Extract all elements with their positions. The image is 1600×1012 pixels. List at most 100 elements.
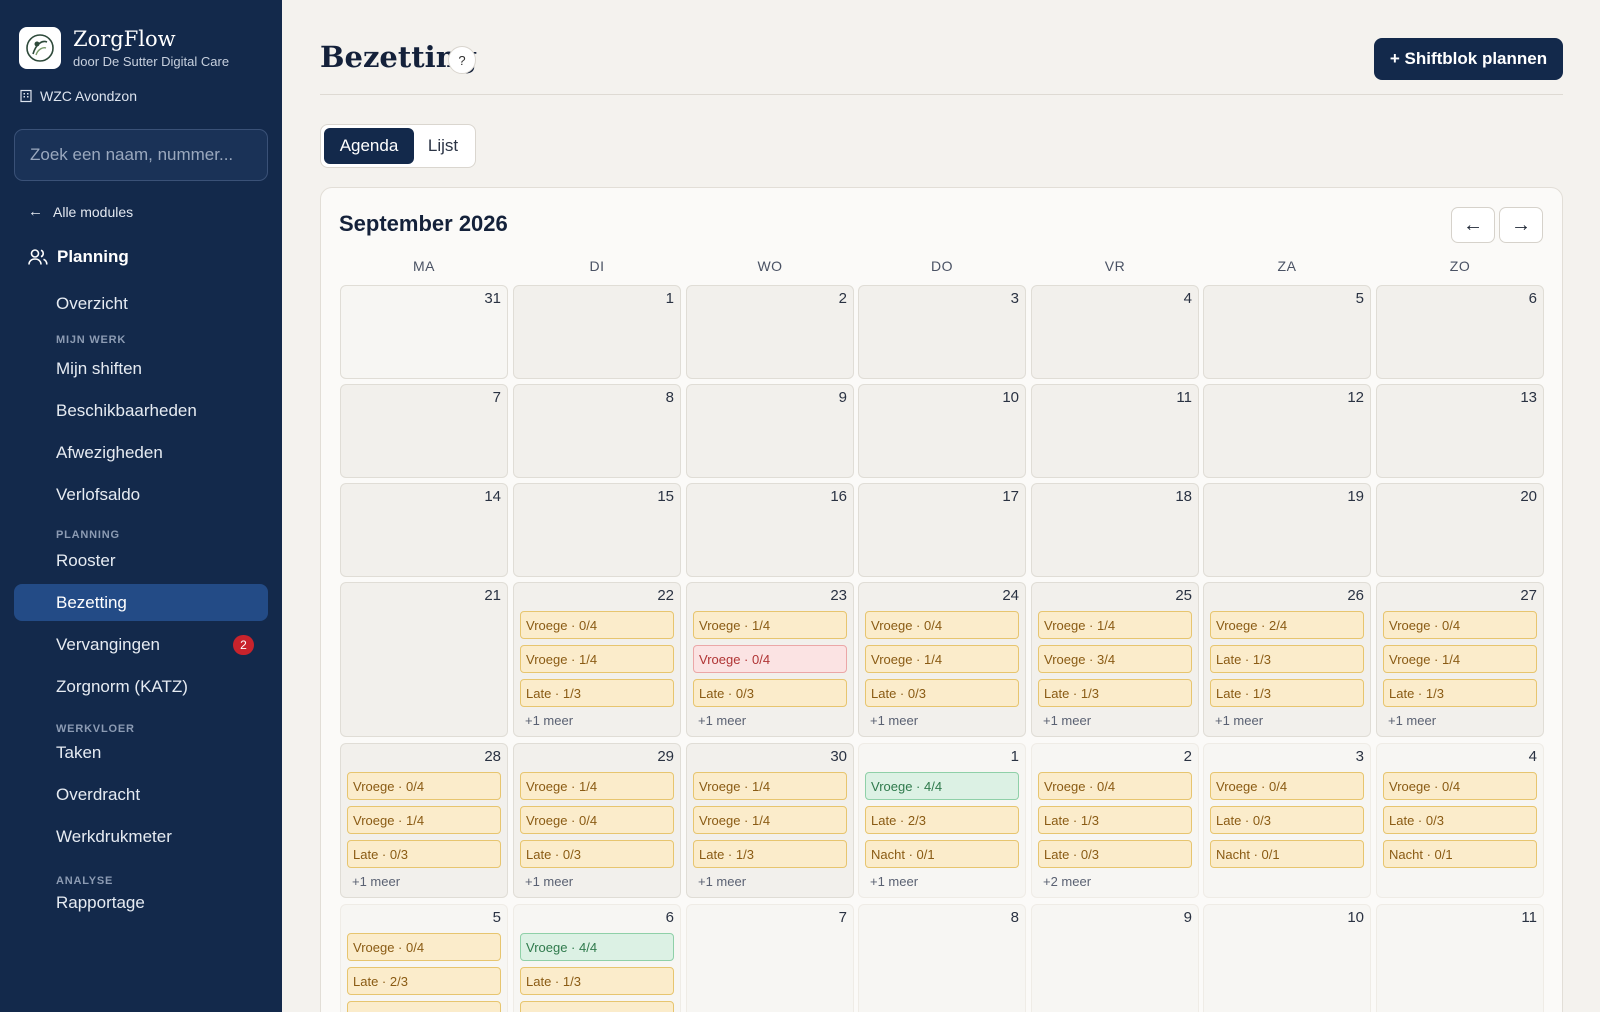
shift-chip[interactable]: Vroege · 1/4 xyxy=(1038,611,1192,639)
calendar-day-cell[interactable]: 19 xyxy=(1203,483,1371,577)
calendar-day-cell[interactable]: 9 xyxy=(1031,904,1199,1012)
sidebar-item-zorgnorm-katz[interactable]: Zorgnorm (KATZ) xyxy=(14,668,268,705)
calendar-day-cell[interactable]: 22 Vroege · 0/4 Vroege · 1/4 Late · 1/3 +1 m… xyxy=(513,582,681,737)
calendar-day-cell[interactable]: 6 Vroege · 4/4 Late · 1/3 xyxy=(513,904,681,1012)
sidebar-item-vervangingen[interactable]: Vervangingen 2 xyxy=(14,626,268,663)
shift-chip[interactable]: Late · 1/3 xyxy=(1383,679,1537,707)
calendar-day-cell[interactable]: 27 Vroege · 0/4 Vroege · 1/4 Late · 1/3 +1 m… xyxy=(1376,582,1544,737)
prev-month-button[interactable]: ← xyxy=(1451,207,1495,243)
shift-chip[interactable]: Late · 1/3 xyxy=(1210,679,1364,707)
calendar-day-cell[interactable]: 26 Vroege · 2/4 Late · 1/3 Late · 1/3 +1 mee… xyxy=(1203,582,1371,737)
shift-chip[interactable]: Late · 0/3 xyxy=(347,840,501,868)
more-shifts-link[interactable]: +1 meer xyxy=(1043,713,1091,728)
shift-chip[interactable]: Nacht · 0/1 xyxy=(1210,840,1364,868)
back-to-modules-link[interactable]: ← Alle modules xyxy=(28,203,133,220)
more-shifts-link[interactable]: +1 meer xyxy=(1388,713,1436,728)
shift-chip[interactable]: Vroege · 0/4 xyxy=(1383,772,1537,800)
calendar-day-cell[interactable]: 2 xyxy=(686,285,854,379)
calendar-day-cell[interactable]: 12 xyxy=(1203,384,1371,478)
calendar-day-cell[interactable]: 5 Vroege · 0/4 Late · 2/3 xyxy=(340,904,508,1012)
more-shifts-link[interactable]: +1 meer xyxy=(525,713,573,728)
shift-chip[interactable]: Late · 1/3 xyxy=(693,840,847,868)
shift-chip[interactable]: Vroege · 0/4 xyxy=(865,611,1019,639)
calendar-day-cell[interactable]: 25 Vroege · 1/4 Vroege · 3/4 Late · 1/3 +1 m… xyxy=(1031,582,1199,737)
shift-chip[interactable]: Vroege · 1/4 xyxy=(1383,645,1537,673)
sidebar-item-rapportage[interactable]: Rapportage xyxy=(14,884,268,921)
shift-chip[interactable] xyxy=(520,1001,674,1012)
sidebar-item-afwezigheden[interactable]: Afwezigheden xyxy=(14,434,268,471)
calendar-day-cell[interactable]: 29 Vroege · 1/4 Vroege · 0/4 Late · 0/3 +1 m… xyxy=(513,743,681,898)
calendar-day-cell[interactable]: 30 Vroege · 1/4 Vroege · 1/4 Late · 1/3 +1 m… xyxy=(686,743,854,898)
calendar-day-cell[interactable]: 23 Vroege · 1/4 Vroege · 0/4 Late · 0/3 +1 m… xyxy=(686,582,854,737)
shift-chip[interactable]: Late · 0/3 xyxy=(1210,806,1364,834)
search-input[interactable] xyxy=(14,129,268,181)
sidebar-item-verlofsaldo[interactable]: Verlofsaldo xyxy=(14,476,268,513)
calendar-day-cell[interactable]: 3 Vroege · 0/4 Late · 0/3 Nacht · 0/1 xyxy=(1203,743,1371,898)
calendar-day-cell[interactable]: 9 xyxy=(686,384,854,478)
tab-lijst[interactable]: Lijst xyxy=(414,128,472,164)
sidebar-item-rooster[interactable]: Rooster xyxy=(14,542,268,579)
calendar-day-cell[interactable]: 4 xyxy=(1031,285,1199,379)
more-shifts-link[interactable]: +1 meer xyxy=(525,874,573,889)
more-shifts-link[interactable]: +1 meer xyxy=(698,713,746,728)
shift-chip[interactable]: Vroege · 1/4 xyxy=(693,806,847,834)
sidebar-item-werkdrukmeter[interactable]: Werkdrukmeter xyxy=(14,818,268,855)
shift-chip[interactable]: Late · 1/3 xyxy=(520,967,674,995)
shift-chip[interactable]: Vroege · 2/4 xyxy=(1210,611,1364,639)
shift-chip[interactable]: Nacht · 0/1 xyxy=(865,840,1019,868)
sidebar-item-overdracht[interactable]: Overdracht xyxy=(14,776,268,813)
calendar-day-cell[interactable]: 21 xyxy=(340,582,508,737)
sidebar-item-taken[interactable]: Taken xyxy=(14,734,268,771)
shift-chip[interactable] xyxy=(347,1001,501,1012)
more-shifts-link[interactable]: +1 meer xyxy=(1215,713,1263,728)
shift-chip[interactable]: Vroege · 1/4 xyxy=(520,645,674,673)
sidebar-item-bezetting[interactable]: Bezetting xyxy=(14,584,268,621)
calendar-day-cell[interactable]: 1 xyxy=(513,285,681,379)
shift-chip[interactable]: Late · 0/3 xyxy=(1038,840,1192,868)
calendar-day-cell[interactable]: 5 xyxy=(1203,285,1371,379)
shift-chip[interactable]: Late · 0/3 xyxy=(693,679,847,707)
calendar-day-cell[interactable]: 2 Vroege · 0/4 Late · 1/3 Late · 0/3 +2 meer xyxy=(1031,743,1199,898)
shift-chip[interactable]: Vroege · 1/4 xyxy=(865,645,1019,673)
calendar-day-cell[interactable]: 6 xyxy=(1376,285,1544,379)
shift-chip[interactable]: Late · 0/3 xyxy=(865,679,1019,707)
shift-chip[interactable]: Nacht · 0/1 xyxy=(1383,840,1537,868)
shift-chip[interactable]: Late · 1/3 xyxy=(520,679,674,707)
shift-chip[interactable]: Vroege · 4/4 xyxy=(520,933,674,961)
calendar-day-cell[interactable]: 13 xyxy=(1376,384,1544,478)
calendar-day-cell[interactable]: 20 xyxy=(1376,483,1544,577)
next-month-button[interactable]: → xyxy=(1499,207,1543,243)
calendar-day-cell[interactable]: 7 xyxy=(340,384,508,478)
module-heading[interactable]: Planning xyxy=(28,247,129,267)
organization[interactable]: WZC Avondzon xyxy=(19,88,137,104)
more-shifts-link[interactable]: +1 meer xyxy=(870,874,918,889)
more-shifts-link[interactable]: +2 meer xyxy=(1043,874,1091,889)
sidebar-item-mijn-shiften[interactable]: Mijn shiften xyxy=(14,350,268,387)
more-shifts-link[interactable]: +1 meer xyxy=(698,874,746,889)
calendar-day-cell[interactable]: 15 xyxy=(513,483,681,577)
shift-chip[interactable]: Vroege · 0/4 xyxy=(347,772,501,800)
shift-chip[interactable]: Late · 1/3 xyxy=(1210,645,1364,673)
calendar-day-cell[interactable]: 8 xyxy=(858,904,1026,1012)
shift-chip[interactable]: Vroege · 0/4 xyxy=(1210,772,1364,800)
plan-shiftblock-button[interactable]: + Shiftblok plannen xyxy=(1374,38,1563,80)
calendar-day-cell[interactable]: 7 xyxy=(686,904,854,1012)
calendar-day-cell[interactable]: 4 Vroege · 0/4 Late · 0/3 Nacht · 0/1 xyxy=(1376,743,1544,898)
calendar-day-cell[interactable]: 10 xyxy=(1203,904,1371,1012)
tab-agenda[interactable]: Agenda xyxy=(324,128,414,164)
shift-chip[interactable]: Late · 2/3 xyxy=(865,806,1019,834)
shift-chip[interactable]: Vroege · 1/4 xyxy=(347,806,501,834)
calendar-day-cell[interactable]: 18 xyxy=(1031,483,1199,577)
sidebar-item-beschikbaarheden[interactable]: Beschikbaarheden xyxy=(14,392,268,429)
shift-chip[interactable]: Vroege · 1/4 xyxy=(520,772,674,800)
calendar-day-cell[interactable]: 8 xyxy=(513,384,681,478)
shift-chip[interactable]: Vroege · 0/4 xyxy=(1038,772,1192,800)
shift-chip[interactable]: Late · 1/3 xyxy=(1038,679,1192,707)
shift-chip[interactable]: Vroege · 0/4 xyxy=(1383,611,1537,639)
more-shifts-link[interactable]: +1 meer xyxy=(352,874,400,889)
calendar-day-cell[interactable]: 11 xyxy=(1376,904,1544,1012)
calendar-day-cell[interactable]: 1 Vroege · 4/4 Late · 2/3 Nacht · 0/1 +1 mee… xyxy=(858,743,1026,898)
shift-chip[interactable]: Vroege · 3/4 xyxy=(1038,645,1192,673)
calendar-day-cell[interactable]: 16 xyxy=(686,483,854,577)
shift-chip[interactable]: Late · 0/3 xyxy=(1383,806,1537,834)
